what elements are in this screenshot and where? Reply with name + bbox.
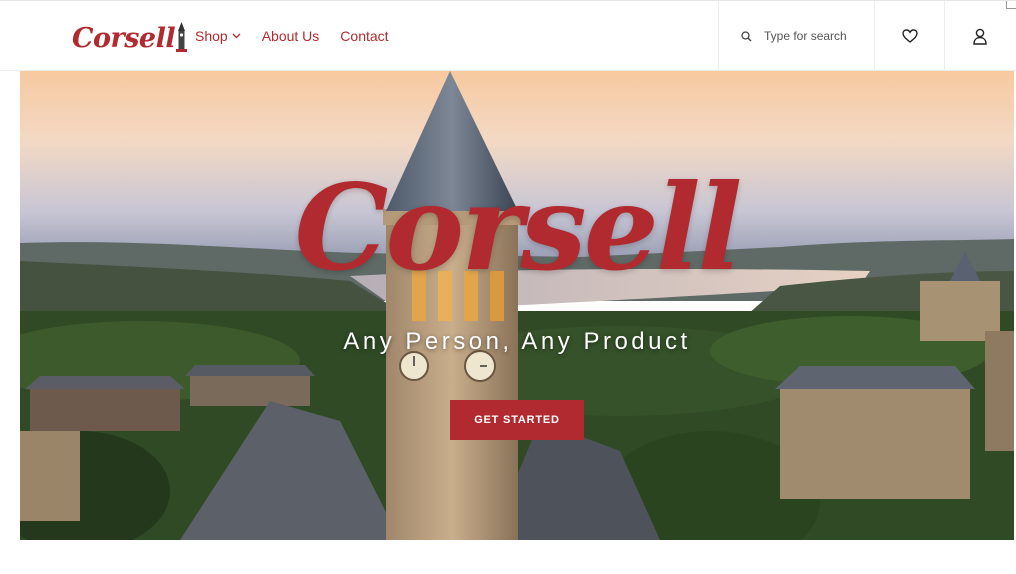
hero-subtitle: Any Person, Any Product <box>343 328 691 355</box>
campus-aerial-image <box>20 71 1014 540</box>
user-icon <box>973 28 987 45</box>
search-input[interactable] <box>762 28 866 44</box>
nav-item-shop[interactable]: Shop <box>195 28 241 44</box>
nav-item-about-us-label: About Us <box>261 28 320 44</box>
search-box <box>718 1 875 71</box>
clock-tower-icon <box>176 22 188 52</box>
heart-icon <box>901 29 918 43</box>
brand-logo[interactable]: Corsell <box>72 19 188 55</box>
search-icon[interactable] <box>741 30 752 42</box>
nav-item-shop-label: Shop <box>195 28 228 44</box>
get-started-button[interactable]: GET STARTED <box>450 400 584 440</box>
account-button[interactable] <box>945 1 1015 71</box>
wishlist-button[interactable] <box>875 1 945 71</box>
nav-item-contact-label: Contact <box>340 28 389 44</box>
site-header: Corsell Shop About Us Contact <box>0 0 1016 71</box>
chevron-down-icon <box>232 33 241 39</box>
window-corner-mark <box>1006 1 1016 9</box>
brand-logo-text: Corsell <box>72 23 176 54</box>
main-nav: Shop About Us Contact <box>195 28 410 44</box>
hero-title: Corsell <box>294 158 743 297</box>
nav-item-contact[interactable]: Contact <box>340 28 388 44</box>
hero-banner: Corsell Any Person, Any Product GET STAR… <box>20 71 1014 540</box>
nav-item-about-us[interactable]: About Us <box>262 28 320 44</box>
